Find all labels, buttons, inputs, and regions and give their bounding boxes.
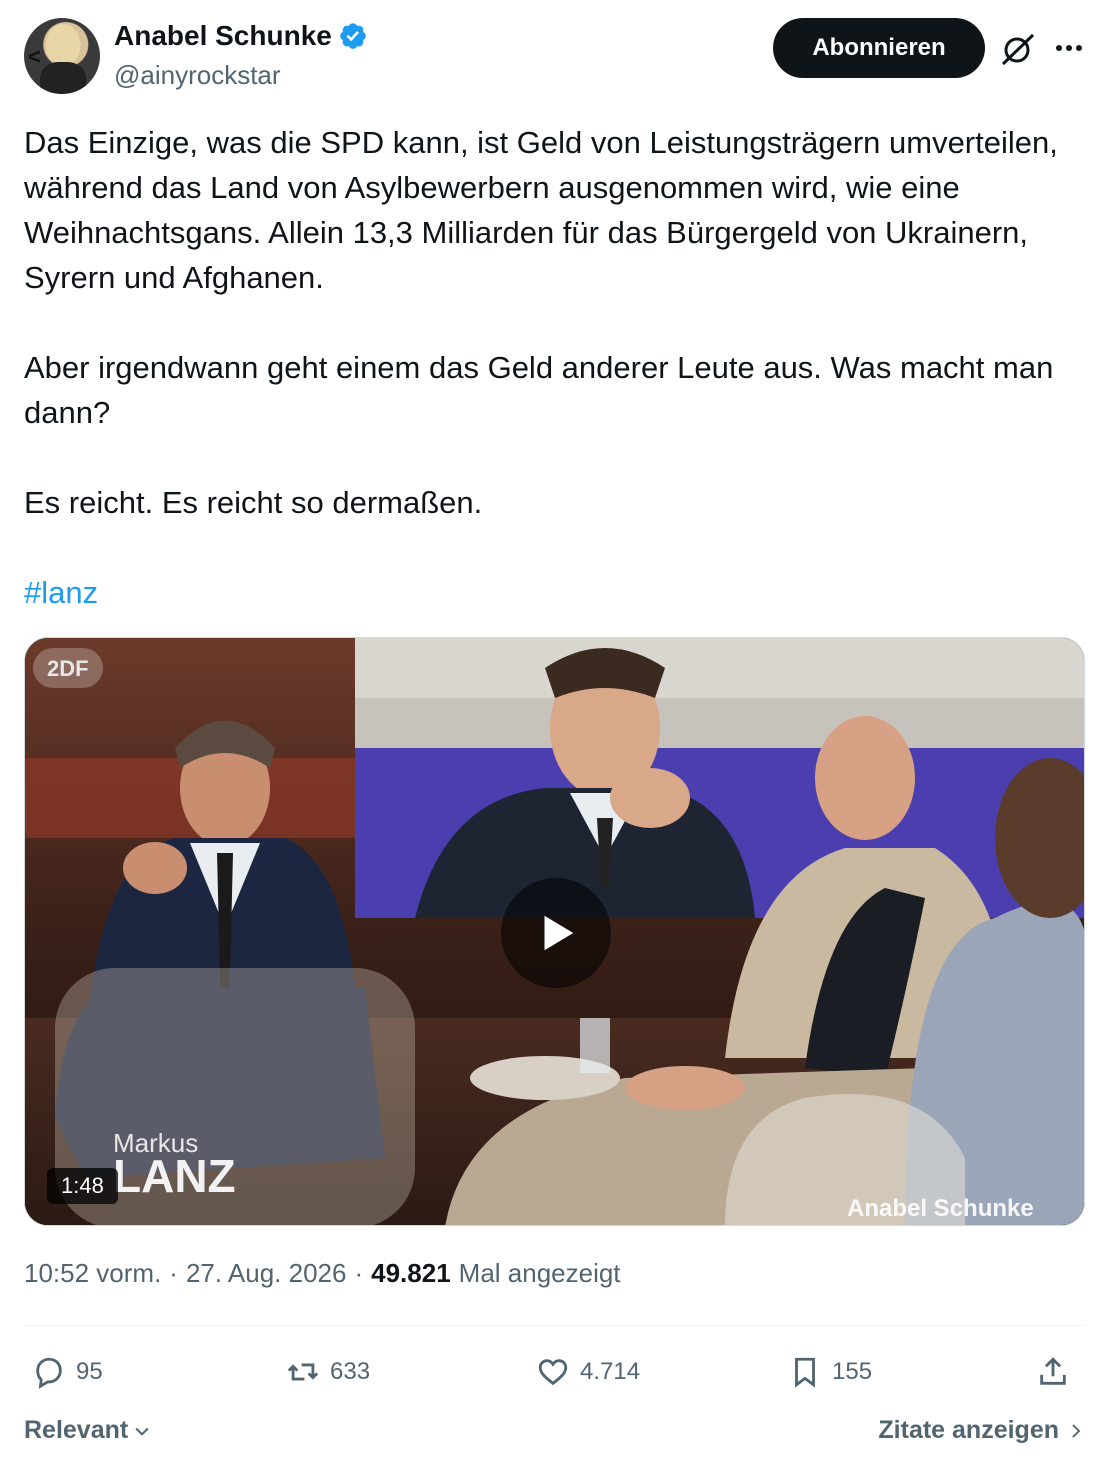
more-icon[interactable] xyxy=(1052,30,1086,66)
author-handle[interactable]: @ainyrockstar xyxy=(114,60,281,91)
more-dot xyxy=(1076,45,1082,51)
repost-button[interactable]: 633 xyxy=(286,1345,370,1399)
more-dot xyxy=(1066,45,1072,51)
tweet-meta: 10:52 vorm. · 27. Aug. 2026 · 49.821 Mal… xyxy=(24,1258,621,1289)
back-arrow-icon: < xyxy=(28,44,41,69)
chevron-right-icon xyxy=(1072,1423,1081,1438)
action-bar: 95 633 4.714 155 xyxy=(24,1345,1085,1405)
heart-icon xyxy=(538,1359,568,1386)
channel-logo: 2DF xyxy=(47,656,89,681)
reply-count: 95 xyxy=(76,1358,103,1385)
repost-count: 633 xyxy=(330,1358,371,1385)
view-quotes-link[interactable]: Zitate anzeigen xyxy=(878,1416,1085,1445)
like-button[interactable]: 4.714 xyxy=(536,1345,640,1399)
meta-separator: · xyxy=(169,1258,178,1288)
show-label-bottom: LANZ xyxy=(113,1150,236,1202)
like-count: 4.714 xyxy=(580,1358,641,1385)
quotes-label: Zitate anzeigen xyxy=(878,1416,1059,1444)
video-duration: 1:48 xyxy=(47,1168,118,1204)
views-count: 49.821 xyxy=(371,1258,451,1288)
chevron-down-icon xyxy=(135,1427,149,1436)
grok-icon[interactable] xyxy=(998,30,1038,68)
author-name-row: Anabel Schunke xyxy=(114,20,368,52)
avatar-body xyxy=(40,62,86,94)
tweet-time[interactable]: 10:52 vorm. xyxy=(24,1258,161,1289)
meta-separator: · xyxy=(354,1258,364,1288)
tweet-text: Das Einzige, was die SPD kann, ist Geld … xyxy=(24,120,1088,615)
follow-button[interactable]: Abonnieren xyxy=(773,18,985,78)
bookmark-button[interactable]: 155 xyxy=(788,1345,872,1399)
sort-label: Relevant xyxy=(24,1416,129,1444)
sort-dropdown[interactable]: Relevant xyxy=(24,1416,152,1445)
avatar[interactable]: < xyxy=(24,18,100,94)
tweet-date[interactable]: 27. Aug. 2026 xyxy=(186,1258,346,1289)
share-icon xyxy=(1040,1357,1066,1385)
tweet-paragraph: Es reicht. Es reicht so dermaßen. xyxy=(24,485,483,520)
more-dot xyxy=(1056,45,1062,51)
share-button[interactable] xyxy=(1036,1345,1070,1399)
hashtag-link[interactable]: #lanz xyxy=(24,575,98,610)
reply-icon xyxy=(36,1357,62,1389)
tweet-paragraph: Das Einzige, was die SPD kann, ist Geld … xyxy=(24,125,1058,295)
author-name[interactable]: Anabel Schunke xyxy=(114,20,332,52)
bookmark-icon xyxy=(795,1357,815,1388)
tweet-footer: Relevant Zitate anzeigen xyxy=(24,1410,1085,1454)
reply-button[interactable]: 95 xyxy=(32,1345,103,1399)
verified-badge-icon xyxy=(340,23,366,49)
tweet-paragraph: Aber irgendwann geht einem das Geld ande… xyxy=(24,350,1054,430)
bookmark-count: 155 xyxy=(832,1358,873,1385)
video-player[interactable]: 2DF Markus LANZ Anabel Schunke 1:48 xyxy=(24,637,1085,1226)
tweet-header: < Anabel Schunke @ainyrockstar Abonniere… xyxy=(0,0,1108,110)
divider xyxy=(24,1325,1085,1326)
video-watermark: Anabel Schunke xyxy=(847,1195,1034,1222)
play-button[interactable] xyxy=(501,878,611,988)
play-icon xyxy=(544,915,574,951)
repost-icon xyxy=(287,1363,319,1381)
avatar-hair xyxy=(46,24,80,64)
views-label: Mal angezeigt xyxy=(458,1258,621,1288)
